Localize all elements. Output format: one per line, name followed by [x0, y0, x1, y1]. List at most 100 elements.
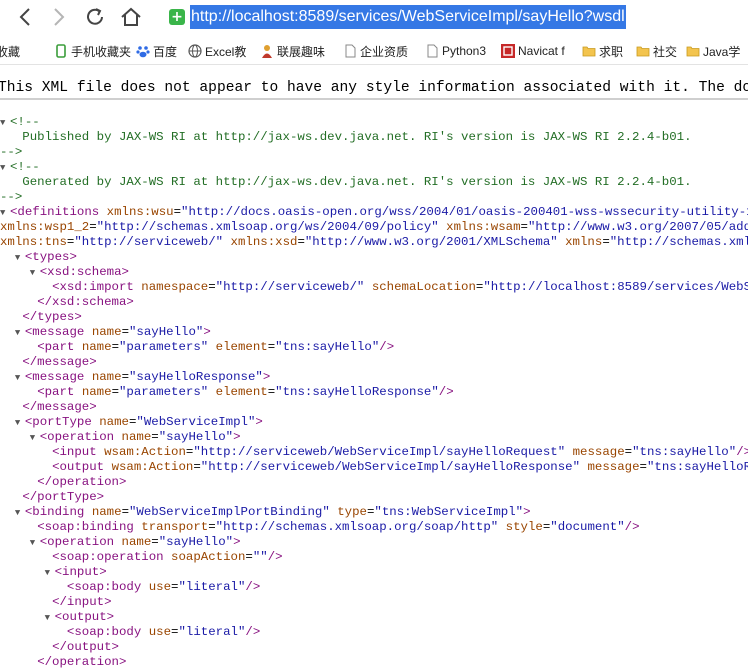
xml-tag: />: [245, 625, 261, 639]
xml-line: </xsd:schema>: [0, 295, 134, 310]
xml-tag: <message: [24, 325, 85, 339]
bookmark-mobile[interactable]: 手机收藏夹: [54, 42, 131, 60]
xml-text: [0, 415, 15, 429]
toggle-triangle-icon[interactable]: ▼: [15, 506, 25, 521]
forward-button[interactable]: [48, 6, 70, 28]
xml-tree: ▼ <!-- Published by JAX-WS RI at http://j…: [0, 115, 748, 671]
xml-line: <soap:binding transport="http://schemas.…: [0, 520, 639, 535]
xml-text: [141, 580, 148, 594]
xml-attr-name: element: [215, 385, 268, 399]
xml-attr-value: "http://schemas.xmlsoap.org/wsdl/": [609, 235, 748, 249]
bookmark-baidu[interactable]: 百度: [136, 42, 177, 60]
xml-tag: <binding: [24, 505, 85, 519]
xml-attr-value: "http://serviceweb/": [74, 235, 224, 249]
xml-attr-value: "http://serviceweb/": [215, 280, 365, 294]
toggle-triangle-icon[interactable]: ▼: [30, 266, 40, 281]
xml-text: =: [297, 235, 305, 249]
toggle-triangle-icon[interactable]: ▼: [30, 536, 40, 551]
xml-line: <soap:body use="literal"/>: [0, 625, 260, 640]
xml-text: [104, 460, 111, 474]
xml-attr-value: "WebServiceImpl": [136, 415, 256, 429]
xml-line: </message>: [0, 400, 96, 415]
xml-line: <soap:operation soapAction=""/>: [0, 550, 283, 565]
url-text[interactable]: http://localhost:8589/services/WebServic…: [190, 5, 626, 29]
xml-text: [0, 640, 52, 654]
bookmark-label: 联展趣味: [277, 44, 326, 59]
xml-line: </output>: [0, 640, 119, 655]
reload-button[interactable]: [84, 6, 106, 28]
address-toolbar: + http://localhost:8589/services/WebServ…: [0, 0, 748, 36]
bookmark-label: Java学: [703, 44, 741, 59]
xml-line: </operation>: [0, 475, 126, 490]
xml-attr-name: xmlns: [565, 235, 603, 249]
toggle-triangle-icon[interactable]: ▼: [0, 116, 10, 131]
toggle-triangle-icon[interactable]: ▼: [15, 371, 25, 386]
xml-line: xmlns:tns = "http://serviceweb/" xmlns:xsd…: [0, 235, 748, 250]
bookmark-navicat[interactable]: Navicat f: [501, 42, 565, 60]
xml-text: [0, 625, 67, 639]
xml-attr-name: xmlns:wsp1_2: [0, 220, 90, 234]
xml-line: </portType>: [0, 490, 104, 505]
xml-text: =: [520, 220, 528, 234]
toggle-triangle-icon[interactable]: ▼: [45, 611, 55, 626]
address-bar[interactable]: + http://localhost:8589/services/WebServ…: [166, 4, 748, 32]
xml-line: Generated by JAX-WS RI at http://jax-ws.…: [0, 175, 691, 190]
xml-attr-name: message: [587, 460, 640, 474]
xml-text: [99, 205, 106, 219]
xml-text: [0, 250, 15, 264]
xml-attr-value: "literal": [178, 625, 246, 639]
forward-arrow-icon: [54, 8, 65, 26]
xml-text: =: [121, 325, 129, 339]
toggle-triangle-icon[interactable]: ▼: [30, 431, 40, 446]
bookmark-qiye[interactable]: 企业资质: [343, 42, 408, 60]
xml-attr-value: "http://serviceweb/WebServiceImpl/sayHel…: [193, 445, 566, 459]
xml-tag: >: [523, 505, 531, 519]
xml-tag: />: [245, 580, 261, 594]
xml-attr-name: name: [121, 535, 152, 549]
xml-text: =: [602, 235, 610, 249]
toggle-triangle-icon[interactable]: ▼: [45, 566, 55, 581]
xml-attr-value: "WebServiceImplPortBinding": [129, 505, 330, 519]
xml-tag: </operation>: [37, 475, 127, 489]
xml-line: </input>: [0, 595, 112, 610]
bookmark-excel[interactable]: Excel教: [188, 42, 246, 60]
bookmark-label: Python3: [442, 44, 487, 58]
xml-line: ▼ <message name="sayHelloResponse">: [0, 370, 270, 385]
bookmarks-bar: 收藏 手机收藏夹 百度 Excel教 联展趣味 企业资质 Python3 Nav…: [0, 38, 748, 65]
bookmark-favorites[interactable]: 收藏: [0, 42, 20, 60]
xml-attr-value: "document": [550, 520, 625, 534]
xml-attr-name: name: [91, 505, 122, 519]
xml-attr-name: schemaLocation: [371, 280, 476, 294]
xml-tag: <xsd:import: [52, 280, 134, 294]
toggle-triangle-icon[interactable]: ▼: [0, 161, 10, 176]
bookmark-python3[interactable]: Python3: [425, 42, 486, 60]
xml-text: [84, 370, 91, 384]
xml-attr-name: style: [505, 520, 543, 534]
bookmark-lianzhan[interactable]: 联展趣味: [260, 42, 325, 60]
xml-line: ▼ <definitions xmlns:wsu="http://docs.oas…: [0, 205, 748, 220]
xml-attr-name: transport: [141, 520, 209, 534]
home-button[interactable]: [120, 6, 142, 28]
back-button[interactable]: [14, 6, 36, 28]
xml-text: [0, 610, 45, 624]
bookmark-jobs[interactable]: 求职: [582, 42, 623, 60]
xml-tag: <input: [52, 445, 97, 459]
xml-line: -->: [0, 190, 22, 205]
toggle-triangle-icon[interactable]: ▼: [15, 326, 25, 341]
xml-text: [0, 550, 52, 564]
bookmark-social[interactable]: 社交: [636, 42, 677, 60]
xml-attr-name: message: [572, 445, 625, 459]
xml-text: [0, 490, 22, 504]
toggle-triangle-icon[interactable]: ▼: [0, 206, 10, 221]
toggle-triangle-icon[interactable]: ▼: [15, 251, 25, 266]
xml-text: [565, 445, 572, 459]
xml-tag: <xsd:schema>: [39, 265, 129, 279]
xml-text: [0, 310, 22, 324]
toggle-triangle-icon[interactable]: ▼: [15, 416, 25, 431]
site-secure-icon: +: [169, 9, 185, 25]
xml-comment: -->: [0, 190, 23, 204]
xml-text: =: [624, 445, 633, 459]
xml-attr-name: xmlns:wsam: [446, 220, 521, 234]
xml-tag: <operation: [39, 430, 115, 444]
bookmark-java[interactable]: Java学: [686, 42, 740, 60]
